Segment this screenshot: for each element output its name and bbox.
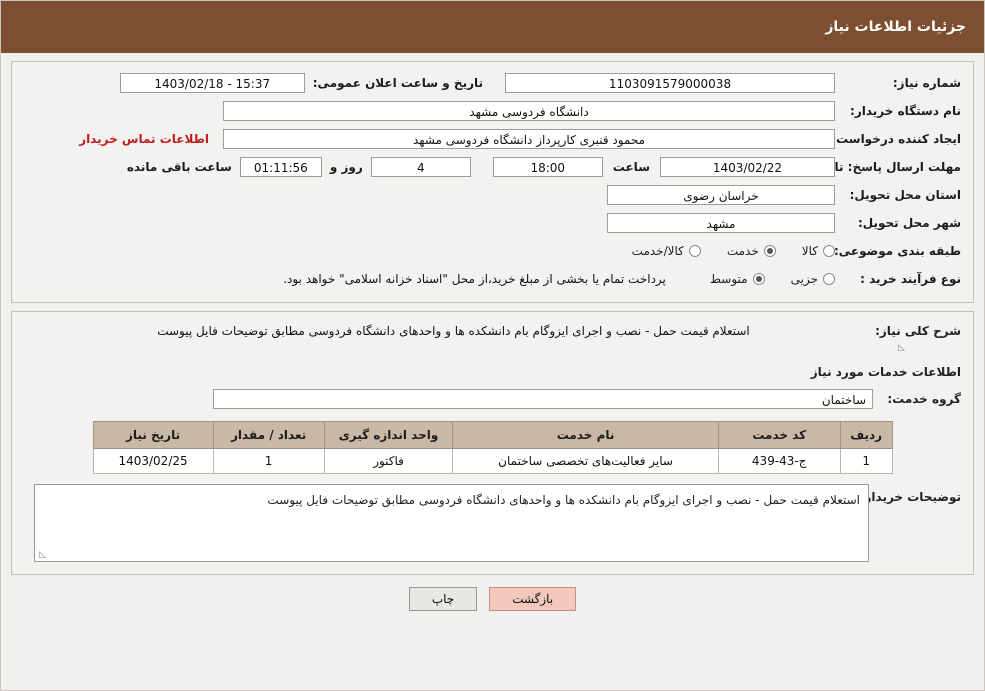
remaining-timer-label: ساعت باقی مانده: [126, 160, 232, 174]
cell-code: ج-43-439: [717, 448, 841, 474]
table-header-row: ردیف کد خدمت نام خدمت واحد اندازه گیری ت…: [92, 421, 893, 449]
buyer-org-label: نام دستگاه خریدار:: [850, 104, 961, 118]
process-note: پرداخت تمام یا بخشی از مبلغ خرید،از محل …: [283, 272, 666, 286]
category-option-kala[interactable]: کالا: [802, 244, 835, 258]
process-option-label: جزیی: [790, 272, 818, 286]
process-option-motevaset[interactable]: متوسط: [710, 272, 765, 286]
category-label: طبقه بندی موضوعی:: [833, 244, 961, 258]
deadline-date-field: 1403/02/22: [660, 157, 835, 177]
th-qty: تعداد / مقدار: [212, 421, 325, 449]
category-option-kala-khedmat[interactable]: کالا/خدمت: [632, 244, 701, 258]
textarea-resize-grip-icon[interactable]: ◺: [38, 551, 46, 560]
category-option-khedmat[interactable]: خدمت: [727, 244, 776, 258]
need-description-panel: شرح کلی نیاز: استعلام قیمت حمل - نصب و ا…: [11, 311, 974, 575]
page-root: جزئیات اطلاعات نیاز AriaTender.net شماره…: [0, 0, 985, 691]
th-name: نام خدمت: [452, 421, 719, 449]
table-row: 1 ج-43-439 سایر فعالیت‌های تخصصی ساختمان…: [92, 448, 893, 474]
services-section-title: اطلاعات خدمات مورد نیاز: [810, 365, 961, 379]
buyer-notes-row: توضیحات خریدار: استعلام قیمت حمل - نصب و…: [24, 484, 961, 562]
row-creator: ایجاد کننده درخواست: محمود قنبری کارپردا…: [24, 128, 961, 150]
province-field: خراسان رضوی: [607, 185, 835, 205]
row-province: استان محل تحویل: خراسان رضوی: [24, 184, 961, 206]
radio-icon[interactable]: [688, 245, 701, 257]
deadline-hour-field: 18:00: [492, 157, 603, 177]
buyer-org-field: دانشگاه فردوسی مشهد: [223, 101, 835, 121]
buyer-notes-label: توضیحات خریدار:: [859, 490, 961, 504]
row-need-number: شماره نیاز: 1103091579000038 تاریخ و ساع…: [24, 72, 961, 94]
print-button[interactable]: چاپ: [408, 587, 478, 611]
row-process-type: نوع فرآیند خرید : جزیی متوسط پرداخت تمام…: [24, 268, 961, 290]
city-field: مشهد: [607, 213, 835, 233]
radio-icon[interactable]: [763, 245, 776, 257]
row-city: شهر محل تحویل: مشهد: [24, 212, 961, 234]
process-option-label: متوسط: [709, 272, 748, 286]
deadline-hour-label: ساعت: [612, 160, 650, 174]
service-group-row: گروه خدمت: ساختمان: [24, 389, 961, 409]
process-option-jozei[interactable]: جزیی: [791, 272, 835, 286]
page-title: جزئیات اطلاعات نیاز: [825, 19, 966, 35]
radio-icon[interactable]: [823, 245, 835, 257]
th-row: ردیف: [839, 421, 893, 449]
service-group-field: ساختمان: [213, 389, 873, 409]
footer-actions: بازگشت چاپ: [1, 587, 984, 611]
page-header: جزئیات اطلاعات نیاز: [1, 1, 984, 53]
process-label: نوع فرآیند خرید :: [860, 272, 961, 286]
th-code: کد خدمت: [717, 421, 841, 449]
radio-icon[interactable]: [823, 273, 835, 285]
need-number-label: شماره نیاز:: [892, 76, 961, 90]
services-table: ردیف کد خدمت نام خدمت واحد اندازه گیری ت…: [92, 421, 893, 474]
row-deadline: مهلت ارسال پاسخ: تا تاریخ: 1403/02/22 سا…: [24, 156, 961, 178]
buyer-notes-text: استعلام قیمت حمل - نصب و اجرای ایزوگام ب…: [267, 493, 860, 507]
category-option-label: خدمت: [726, 244, 759, 258]
cell-unit: فاکتور: [323, 448, 454, 474]
province-label: استان محل تحویل:: [849, 188, 961, 202]
remaining-days-field: 4: [370, 157, 471, 177]
summary-resize-grip-icon: ◺: [898, 343, 905, 353]
remaining-days-label: روز و: [329, 160, 363, 174]
buyer-notes-textarea[interactable]: استعلام قیمت حمل - نصب و اجرای ایزوگام ب…: [34, 484, 869, 562]
cell-qty: 1: [212, 448, 325, 474]
deadline-label: مهلت ارسال پاسخ: تا تاریخ:: [796, 160, 961, 174]
row-category: طبقه بندی موضوعی: کالا خدمت کالا/خدمت: [24, 240, 961, 262]
category-option-label: کالا: [801, 244, 818, 258]
cell-row: 1: [839, 448, 893, 474]
service-group-label: گروه خدمت:: [887, 392, 961, 406]
creator-field: محمود قنبری کارپرداز دانشگاه فردوسی مشهد: [223, 129, 835, 149]
category-option-label: کالا/خدمت: [631, 244, 684, 258]
summary-text: استعلام قیمت حمل - نصب و اجرای ایزوگام ب…: [157, 324, 750, 338]
announce-datetime-label: تاریخ و ساعت اعلان عمومی:: [312, 76, 483, 90]
cell-date: 1403/02/25: [92, 448, 214, 474]
announce-datetime-field: 15:37 - 1403/02/18: [119, 73, 305, 93]
city-label: شهر محل تحویل:: [857, 216, 961, 230]
back-button[interactable]: بازگشت: [489, 587, 577, 611]
th-unit: واحد اندازه گیری: [323, 421, 454, 449]
row-buyer-org: نام دستگاه خریدار: دانشگاه فردوسی مشهد: [24, 100, 961, 122]
summary-label: شرح کلی نیاز:: [875, 324, 961, 338]
creator-label: ایجاد کننده درخواست:: [831, 132, 961, 146]
cell-name: سایر فعالیت‌های تخصصی ساختمان: [452, 448, 719, 474]
buyer-contact-link[interactable]: اطلاعات تماس خریدار: [79, 132, 223, 146]
remaining-timer-field: 01:11:56: [239, 157, 322, 177]
summary-row: شرح کلی نیاز: استعلام قیمت حمل - نصب و ا…: [24, 322, 961, 341]
th-date: تاریخ نیاز: [92, 421, 214, 449]
radio-icon[interactable]: [752, 273, 765, 285]
need-info-panel: شماره نیاز: 1103091579000038 تاریخ و ساع…: [11, 61, 974, 303]
need-number-field: 1103091579000038: [505, 73, 835, 93]
